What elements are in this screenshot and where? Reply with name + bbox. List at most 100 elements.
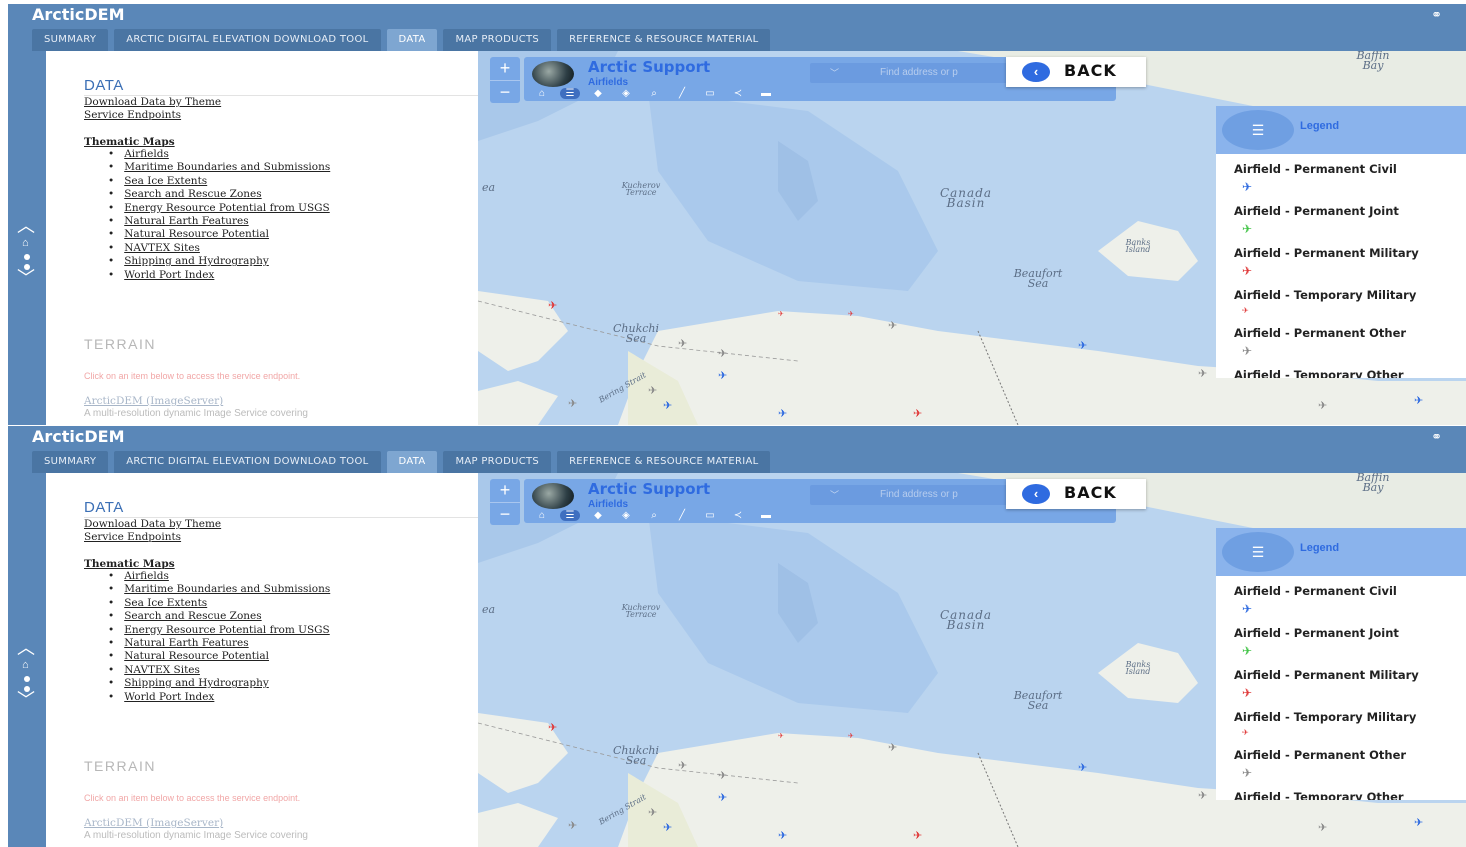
service-endpoints-link[interactable]: Service Endpoints [84,531,478,544]
plane-icon[interactable]: ✈ [778,831,787,842]
chevron-down-icon[interactable]: ﹀ [17,691,35,709]
tab-data[interactable]: DATA [386,29,438,51]
nav-dot[interactable] [24,676,30,682]
list-item[interactable]: Search and Rescue Zones [108,188,478,201]
plane-icon[interactable]: ✈ [888,743,897,754]
print-icon[interactable]: ▬ [756,88,776,99]
plane-icon[interactable]: ✈ [1198,369,1207,380]
zoom-out-button[interactable]: − [490,502,520,525]
chevron-down-icon[interactable]: ﹀ [17,269,35,287]
basemap-icon[interactable]: ◈ [616,510,636,521]
plane-icon[interactable]: ✈ [718,349,727,360]
draw-icon[interactable]: ╱ [672,88,692,99]
plane-icon[interactable]: ✈ [848,309,854,320]
plane-icon[interactable]: ✈ [663,823,672,834]
plane-icon[interactable]: ✈ [568,399,577,410]
plane-icon[interactable]: ✈ [1414,396,1423,407]
home-icon[interactable]: ⌂ [22,237,29,249]
plane-icon[interactable]: ✈ [1078,341,1087,352]
list-item[interactable]: Shipping and Hydrography [108,677,478,690]
basemap-icon[interactable]: ◈ [616,88,636,99]
service-endpoints-link[interactable]: Service Endpoints [84,109,478,122]
layers-icon[interactable]: ◆ [588,88,608,99]
list-icon[interactable]: ☰ [1222,110,1294,150]
download-by-theme-link[interactable]: Download Data by Theme [84,96,478,109]
plane-icon[interactable]: ✈ [648,808,657,819]
tab-map-products[interactable]: MAP PRODUCTS [443,29,552,51]
legend-header[interactable]: ☰ Legend [1216,528,1466,576]
plane-icon[interactable]: ✈ [648,386,657,397]
home-icon[interactable]: ⌂ [22,659,29,671]
download-by-theme-link[interactable]: Download Data by Theme [84,518,478,531]
share-icon[interactable]: ≺ [728,510,748,521]
list-item[interactable]: Airfields [108,570,478,583]
draw-icon[interactable]: ╱ [672,510,692,521]
plane-icon[interactable]: ✈ [1078,763,1087,774]
plane-icon[interactable]: ✈ [568,821,577,832]
tab-download-tool[interactable]: ARCTIC DIGITAL ELEVATION DOWNLOAD TOOL [114,451,381,473]
plane-icon[interactable]: ✈ [663,401,672,412]
plane-icon[interactable]: ✈ [548,723,557,734]
list-item[interactable]: Natural Earth Features [108,637,478,650]
link-icon[interactable]: ⚭ [1431,7,1442,23]
chevron-down-icon[interactable]: ﹀ [830,66,839,79]
back-button[interactable]: ‹ BACK [1006,57,1146,87]
tab-map-products[interactable]: MAP PRODUCTS [443,451,552,473]
legend-header[interactable]: ☰ Legend [1216,106,1466,154]
map-view[interactable]: Baffin Bay Kucherov Terrace Canada Basin… [478,473,1466,847]
measure-icon[interactable]: ⌕ [644,88,664,99]
list-item[interactable]: Sea Ice Extents [108,597,478,610]
share-icon[interactable]: ≺ [728,88,748,99]
comment-icon[interactable]: ▭ [700,510,720,521]
home-icon[interactable]: ⌂ [532,88,552,99]
layers-icon[interactable]: ◆ [588,510,608,521]
list-item[interactable]: NAVTEX Sites [108,664,478,677]
plane-icon[interactable]: ✈ [718,371,727,382]
plane-icon[interactable]: ✈ [888,321,897,332]
arcticdem-service-link[interactable]: ArcticDEM (ImageServer) [84,395,223,407]
plane-icon[interactable]: ✈ [678,339,687,350]
plane-icon[interactable]: ✈ [848,731,854,742]
plane-icon[interactable]: ✈ [1318,401,1327,412]
plane-icon[interactable]: ✈ [778,309,784,320]
list-item[interactable]: Shipping and Hydrography [108,255,478,268]
list-item[interactable]: Maritime Boundaries and Submissions [108,583,478,596]
chevron-up-icon[interactable]: ︿ [17,639,35,657]
tab-summary[interactable]: SUMMARY [32,29,109,51]
list-item[interactable]: Energy Resource Potential from USGS [108,624,478,637]
home-icon[interactable]: ⌂ [532,510,552,521]
tab-data[interactable]: DATA [386,451,438,473]
measure-icon[interactable]: ⌕ [644,510,664,521]
zoom-in-button[interactable]: + [490,479,520,502]
print-icon[interactable]: ▬ [756,510,776,521]
list-item[interactable]: Natural Earth Features [108,215,478,228]
list-item[interactable]: World Port Index [108,691,478,704]
list-item[interactable]: Airfields [108,148,478,161]
tab-reference[interactable]: REFERENCE & RESOURCE MATERIAL [557,451,771,473]
list-item[interactable]: Energy Resource Potential from USGS [108,202,478,215]
plane-icon[interactable]: ✈ [913,409,922,420]
tab-summary[interactable]: SUMMARY [32,451,109,473]
list-icon[interactable]: ☰ [1222,532,1294,572]
list-item[interactable]: Natural Resource Potential [108,228,478,241]
plane-icon[interactable]: ✈ [718,793,727,804]
thematic-maps-title[interactable]: Thematic Maps [84,558,478,570]
list-icon[interactable]: ☰ [560,88,580,99]
plane-icon[interactable]: ✈ [1414,818,1423,829]
list-item[interactable]: World Port Index [108,269,478,282]
comment-icon[interactable]: ▭ [700,88,720,99]
plane-icon[interactable]: ✈ [1198,791,1207,802]
arcticdem-service-link[interactable]: ArcticDEM (ImageServer) [84,817,223,829]
plane-icon[interactable]: ✈ [778,409,787,420]
plane-icon[interactable]: ✈ [778,731,784,742]
link-icon[interactable]: ⚭ [1431,429,1442,445]
plane-icon[interactable]: ✈ [718,771,727,782]
nav-dot[interactable] [24,254,30,260]
thematic-maps-title[interactable]: Thematic Maps [84,136,478,148]
list-item[interactable]: Sea Ice Extents [108,175,478,188]
chevron-down-icon[interactable]: ﹀ [830,488,839,501]
back-button[interactable]: ‹ BACK [1006,479,1146,509]
plane-icon[interactable]: ✈ [678,761,687,772]
zoom-out-button[interactable]: − [490,80,520,103]
plane-icon[interactable]: ✈ [1318,823,1327,834]
